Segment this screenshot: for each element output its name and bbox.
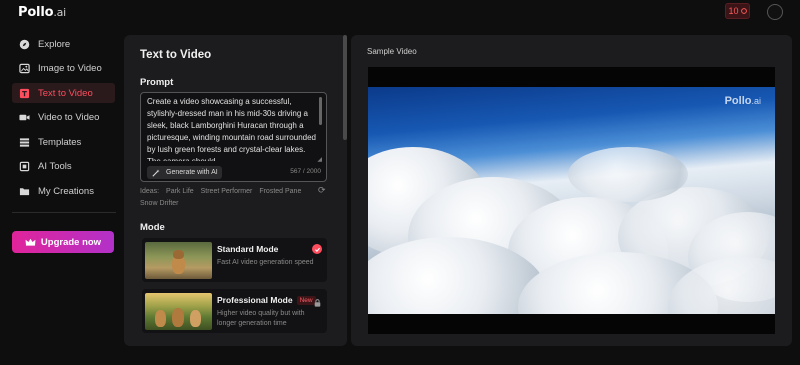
text-to-video-panel: Text to Video Prompt Create a video show… <box>124 35 347 346</box>
standard-mode-thumbnail <box>145 242 212 279</box>
mode-label: Mode <box>140 222 165 233</box>
sidebar-item-templates[interactable]: Templates <box>12 132 115 152</box>
prompt-text[interactable]: Create a video showcasing a successful, … <box>147 96 317 161</box>
magic-wand-icon <box>152 168 160 177</box>
professional-mode-card[interactable]: Professional Mode New Higher video quali… <box>142 289 327 333</box>
idea-chip[interactable]: Street Performer <box>201 188 253 195</box>
video-icon <box>18 112 30 124</box>
crown-icon <box>25 238 36 246</box>
prompt-textarea[interactable]: Create a video showcasing a successful, … <box>140 92 327 182</box>
prompt-label: Prompt <box>140 77 174 88</box>
sidebar-item-label: Templates <box>38 136 82 148</box>
coin-icon <box>740 8 747 14</box>
generate-label: Generate with AI <box>166 169 218 176</box>
sidebar-item-my-creations[interactable]: My Creations <box>12 181 115 201</box>
panel-scrollbar[interactable] <box>343 35 347 140</box>
upgrade-label: Upgrade now <box>40 236 102 248</box>
resize-handle-icon[interactable]: ◢ <box>317 156 322 163</box>
credits-count: 10 <box>728 6 739 16</box>
tools-icon <box>18 161 30 173</box>
text-icon <box>18 87 30 99</box>
templates-icon <box>18 136 30 148</box>
mode-name: Professional Mode New <box>217 295 316 305</box>
standard-mode-card[interactable]: Standard Mode Fast AI video generation s… <box>142 238 327 282</box>
ideas-label: Ideas: <box>140 188 160 195</box>
sidebar-divider <box>12 212 116 213</box>
idea-chip[interactable]: Park Life <box>166 188 194 195</box>
generate-with-ai-button[interactable]: Generate with AI <box>147 166 222 179</box>
sidebar-item-label: Explore <box>38 38 71 50</box>
image-icon <box>18 63 30 75</box>
compass-icon <box>18 38 30 50</box>
mode-description: Fast AI video generation speed <box>217 259 314 266</box>
sidebar-item-label: AI Tools <box>38 161 72 172</box>
sidebar-item-video-to-video[interactable]: Video to Video <box>12 108 115 128</box>
credits-badge[interactable]: 10 <box>725 3 750 19</box>
professional-mode-thumbnail <box>145 293 212 330</box>
logo-main: Pollo <box>18 5 54 20</box>
sample-video-panel: Sample Video Pollo.ai <box>351 35 792 346</box>
sidebar-nav: Explore Image to Video Text to Video Vid… <box>12 34 115 206</box>
page-title: Text to Video <box>140 49 212 61</box>
refresh-ideas-icon[interactable]: ⟳ <box>318 185 326 196</box>
sidebar-item-image-to-video[interactable]: Image to Video <box>12 59 115 79</box>
sidebar-item-label: My Creations <box>38 185 94 197</box>
video-watermark: Pollo.ai <box>724 95 761 107</box>
sidebar-item-ai-tools[interactable]: AI Tools <box>12 157 115 177</box>
prompt-scrollbar[interactable] <box>319 97 322 125</box>
idea-chip[interactable]: Snow Drifter <box>140 200 179 207</box>
upgrade-button[interactable]: Upgrade now <box>12 231 114 253</box>
ideas-row: Ideas: Park Life Street Performer Froste… <box>140 186 320 210</box>
user-avatar[interactable] <box>767 4 783 20</box>
mode-name: Standard Mode <box>217 244 279 254</box>
logo-suffix: .ai <box>53 6 67 19</box>
sample-video-frame: Pollo.ai <box>368 87 775 314</box>
char-count: 567 / 2000 <box>290 168 321 175</box>
lock-icon <box>314 294 321 312</box>
sidebar-item-text-to-video[interactable]: Text to Video <box>12 83 115 103</box>
sidebar-item-label: Video to Video <box>38 112 100 123</box>
mode-description: Higher video quality but with longer gen… <box>217 310 305 327</box>
sidebar-item-label: Image to Video <box>38 63 102 74</box>
pollo-logo[interactable]: Pollo.ai <box>18 5 66 20</box>
sidebar-item-label: Text to Video <box>38 87 93 99</box>
new-badge: New <box>296 295 316 305</box>
check-icon <box>312 244 322 254</box>
sidebar-item-explore[interactable]: Explore <box>12 34 115 54</box>
sample-video-title: Sample Video <box>367 47 417 56</box>
idea-chip[interactable]: Frosted Pane <box>259 188 301 195</box>
folder-icon <box>18 185 30 197</box>
sample-video-player[interactable]: Pollo.ai <box>368 67 775 334</box>
